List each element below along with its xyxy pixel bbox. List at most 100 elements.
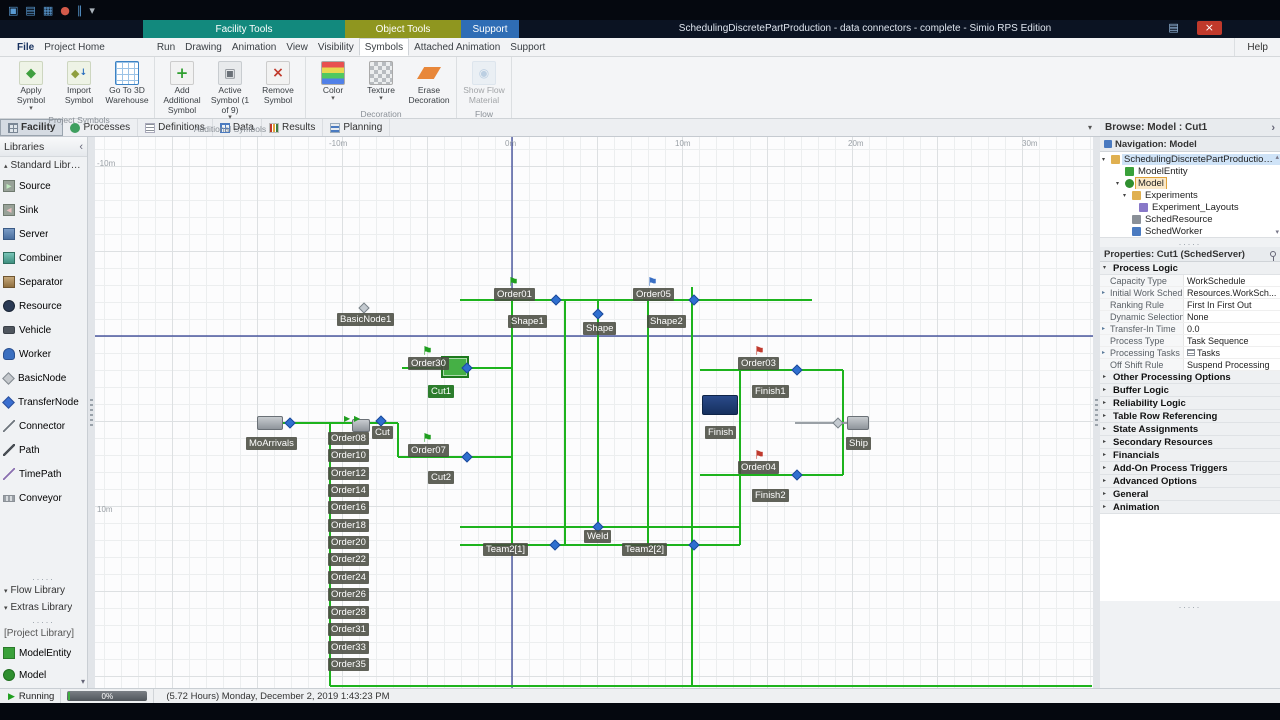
more-icon[interactable]: ▾ (89, 5, 95, 16)
property-section-table-row-referencing[interactable]: ▸ Table Row Referencing (1100, 410, 1280, 423)
pin-icon[interactable] (1270, 251, 1276, 261)
ribbon-tab-project-home[interactable]: Project Home (39, 38, 110, 56)
library-item-server[interactable]: Server (0, 222, 87, 246)
splitter-grip[interactable]: ..... (1100, 601, 1280, 610)
tree-item-model[interactable]: ▾ Model (1100, 177, 1280, 189)
standard-library-section[interactable]: ▴ Standard Library (0, 157, 87, 174)
splitter-grip[interactable]: ..... (1100, 238, 1280, 247)
table-icon[interactable]: ▦ (43, 5, 53, 16)
transfer-node-icon[interactable] (375, 415, 387, 427)
erase-decoration-button[interactable]: Erase Decoration (405, 59, 453, 108)
node-label-order04[interactable]: Order04 (738, 461, 779, 474)
node-label-shape1[interactable]: Shape1 (508, 315, 547, 328)
node-label-order05[interactable]: Order05 (633, 288, 674, 301)
ribbon-tab-drawing[interactable]: Drawing (180, 38, 227, 56)
library-item-resource[interactable]: Resource (0, 294, 87, 318)
basic-node-icon[interactable] (358, 302, 370, 314)
pause-icon[interactable]: ∥ (77, 5, 83, 16)
remove-symbol-button[interactable]: Remove Symbol (254, 59, 302, 108)
node-label-order18[interactable]: Order18 (328, 519, 369, 532)
library-item-worker[interactable]: Worker (0, 342, 87, 366)
node-label-team2-2[interactable]: Team2[2] (622, 543, 668, 556)
node-label-cut1[interactable]: Cut1 (428, 385, 455, 398)
library-item-modelentity[interactable]: ModelEntity (0, 642, 87, 664)
property-value[interactable]: None (1184, 311, 1280, 322)
right-splitter[interactable] (1093, 137, 1100, 688)
property-value[interactable]: Task Sequence (1184, 335, 1280, 346)
splitter-grip[interactable]: ..... (0, 573, 87, 582)
node-label-finish[interactable]: Finish (705, 426, 737, 439)
node-label-order07[interactable]: Order07 (408, 444, 449, 457)
node-label-team2-1[interactable]: Team2[1] (483, 543, 529, 556)
scroll-up-icon[interactable]: ▴ (1275, 153, 1279, 161)
import-symbol-button[interactable]: Import Symbol (55, 59, 103, 108)
property-section-secondary-resources[interactable]: ▸ Secondary Resources (1100, 436, 1280, 449)
library-item-conveyor[interactable]: Conveyor (0, 486, 87, 510)
tree-item-schedulingdiscretepartproduction-data[interactable]: ▾SchedulingDiscretePartProduction - data… (1100, 153, 1280, 165)
transfer-node-icon[interactable] (688, 294, 700, 306)
library-item-model[interactable]: Model (0, 664, 87, 686)
property-value[interactable]: WorkSchedule (1184, 275, 1280, 286)
section-expander-icon[interactable]: ▸ (1103, 384, 1110, 397)
section-expander-icon[interactable]: ▸ (1103, 501, 1110, 514)
active-symbol-1-of-9-button[interactable]: Active Symbol (1 of 9)▾ (206, 59, 254, 123)
property-section-reliability-logic[interactable]: ▸ Reliability Logic (1100, 397, 1280, 410)
node-label-order30[interactable]: Order30 (408, 357, 449, 370)
ribbon-tab-animation[interactable]: Animation (227, 38, 281, 56)
ribbon-tab-symbols[interactable]: Symbols (358, 38, 410, 56)
section-expander-icon[interactable]: ▸ (1103, 410, 1110, 423)
transfer-node-icon[interactable] (550, 294, 562, 306)
ribbon-tab-attached-animation[interactable]: Attached Animation (409, 38, 505, 56)
library-item-transfernode[interactable]: TransferNode (0, 390, 87, 414)
section-expander-icon[interactable]: ▸ (1103, 488, 1110, 501)
library-item-vehicle[interactable]: Vehicle (0, 318, 87, 342)
transfer-node-icon[interactable] (461, 451, 473, 463)
close-icon[interactable]: × (1196, 21, 1222, 35)
sink-icon-ship[interactable] (847, 416, 869, 430)
node-label-cut[interactable]: Cut (372, 426, 393, 439)
apply-symbol-button[interactable]: Apply Symbol▾ (7, 59, 55, 114)
property-value[interactable]: Suspend Processing (1184, 359, 1280, 370)
ribbon-tab-visibility[interactable]: Visibility (313, 38, 359, 56)
extras-library-section[interactable]: ▾ Extras Library (0, 599, 87, 616)
transfer-node-icon[interactable] (284, 417, 296, 429)
property-section-buffer-logic[interactable]: ▸ Buffer Logic (1100, 384, 1280, 397)
library-item-basicnode[interactable]: BasicNode (0, 366, 87, 390)
view-tab-planning[interactable]: Planning (323, 119, 391, 136)
entity-marker-icon[interactable]: ▶ (344, 415, 350, 423)
node-label-order24[interactable]: Order24 (328, 571, 369, 584)
section-expander-icon[interactable]: ▸ (1103, 449, 1110, 462)
collapse-panel-icon[interactable]: ‹ (79, 141, 83, 153)
scroll-down-icon[interactable]: ▾ (1275, 228, 1279, 236)
node-label-order20[interactable]: Order20 (328, 536, 369, 549)
app-icon[interactable]: ▣ (8, 5, 18, 16)
property-section-process-logic[interactable]: ▾ Process Logic (1100, 262, 1280, 275)
left-splitter[interactable] (88, 137, 95, 688)
property-section-state-assignments[interactable]: ▸ State Assignments (1100, 423, 1280, 436)
property-section-add-on-process-triggers[interactable]: ▸ Add-On Process Triggers (1100, 462, 1280, 475)
tree-item-experiment-layouts[interactable]: Experiment_Layouts (1100, 201, 1280, 213)
entity-flag-icon[interactable]: ⚑ (508, 276, 519, 288)
transfer-node-icon[interactable] (592, 308, 604, 320)
server-icon-finish[interactable] (702, 395, 738, 415)
library-item-source[interactable]: Source (0, 174, 87, 198)
entity-marker-icon[interactable]: ▶ (354, 415, 360, 423)
node-label-order10[interactable]: Order10 (328, 449, 369, 462)
section-expander-icon[interactable]: ▸ (1103, 436, 1110, 449)
entity-flag-icon[interactable]: ⚑ (647, 276, 658, 288)
library-item-sink[interactable]: Sink (0, 198, 87, 222)
property-value[interactable]: Tasks (1184, 347, 1280, 358)
node-label-ship[interactable]: Ship (846, 437, 872, 450)
entity-flag-icon[interactable]: ⚑ (422, 432, 433, 444)
property-value[interactable]: First In First Out (1184, 299, 1280, 310)
entity-flag-icon[interactable]: ⚑ (422, 345, 433, 357)
node-label-order28[interactable]: Order28 (328, 606, 369, 619)
basic-node-icon[interactable] (832, 417, 844, 429)
tab-overflow-icon[interactable]: ▾ (1080, 119, 1100, 136)
property-section-financials[interactable]: ▸ Financials (1100, 449, 1280, 462)
help-button[interactable]: Help (1234, 38, 1280, 56)
tree-item-modelentity[interactable]: ModelEntity (1100, 165, 1280, 177)
section-expander-icon[interactable]: ▸ (1103, 397, 1110, 410)
transfer-node-icon[interactable] (791, 364, 803, 376)
entity-flag-icon[interactable]: ⚑ (754, 345, 765, 357)
